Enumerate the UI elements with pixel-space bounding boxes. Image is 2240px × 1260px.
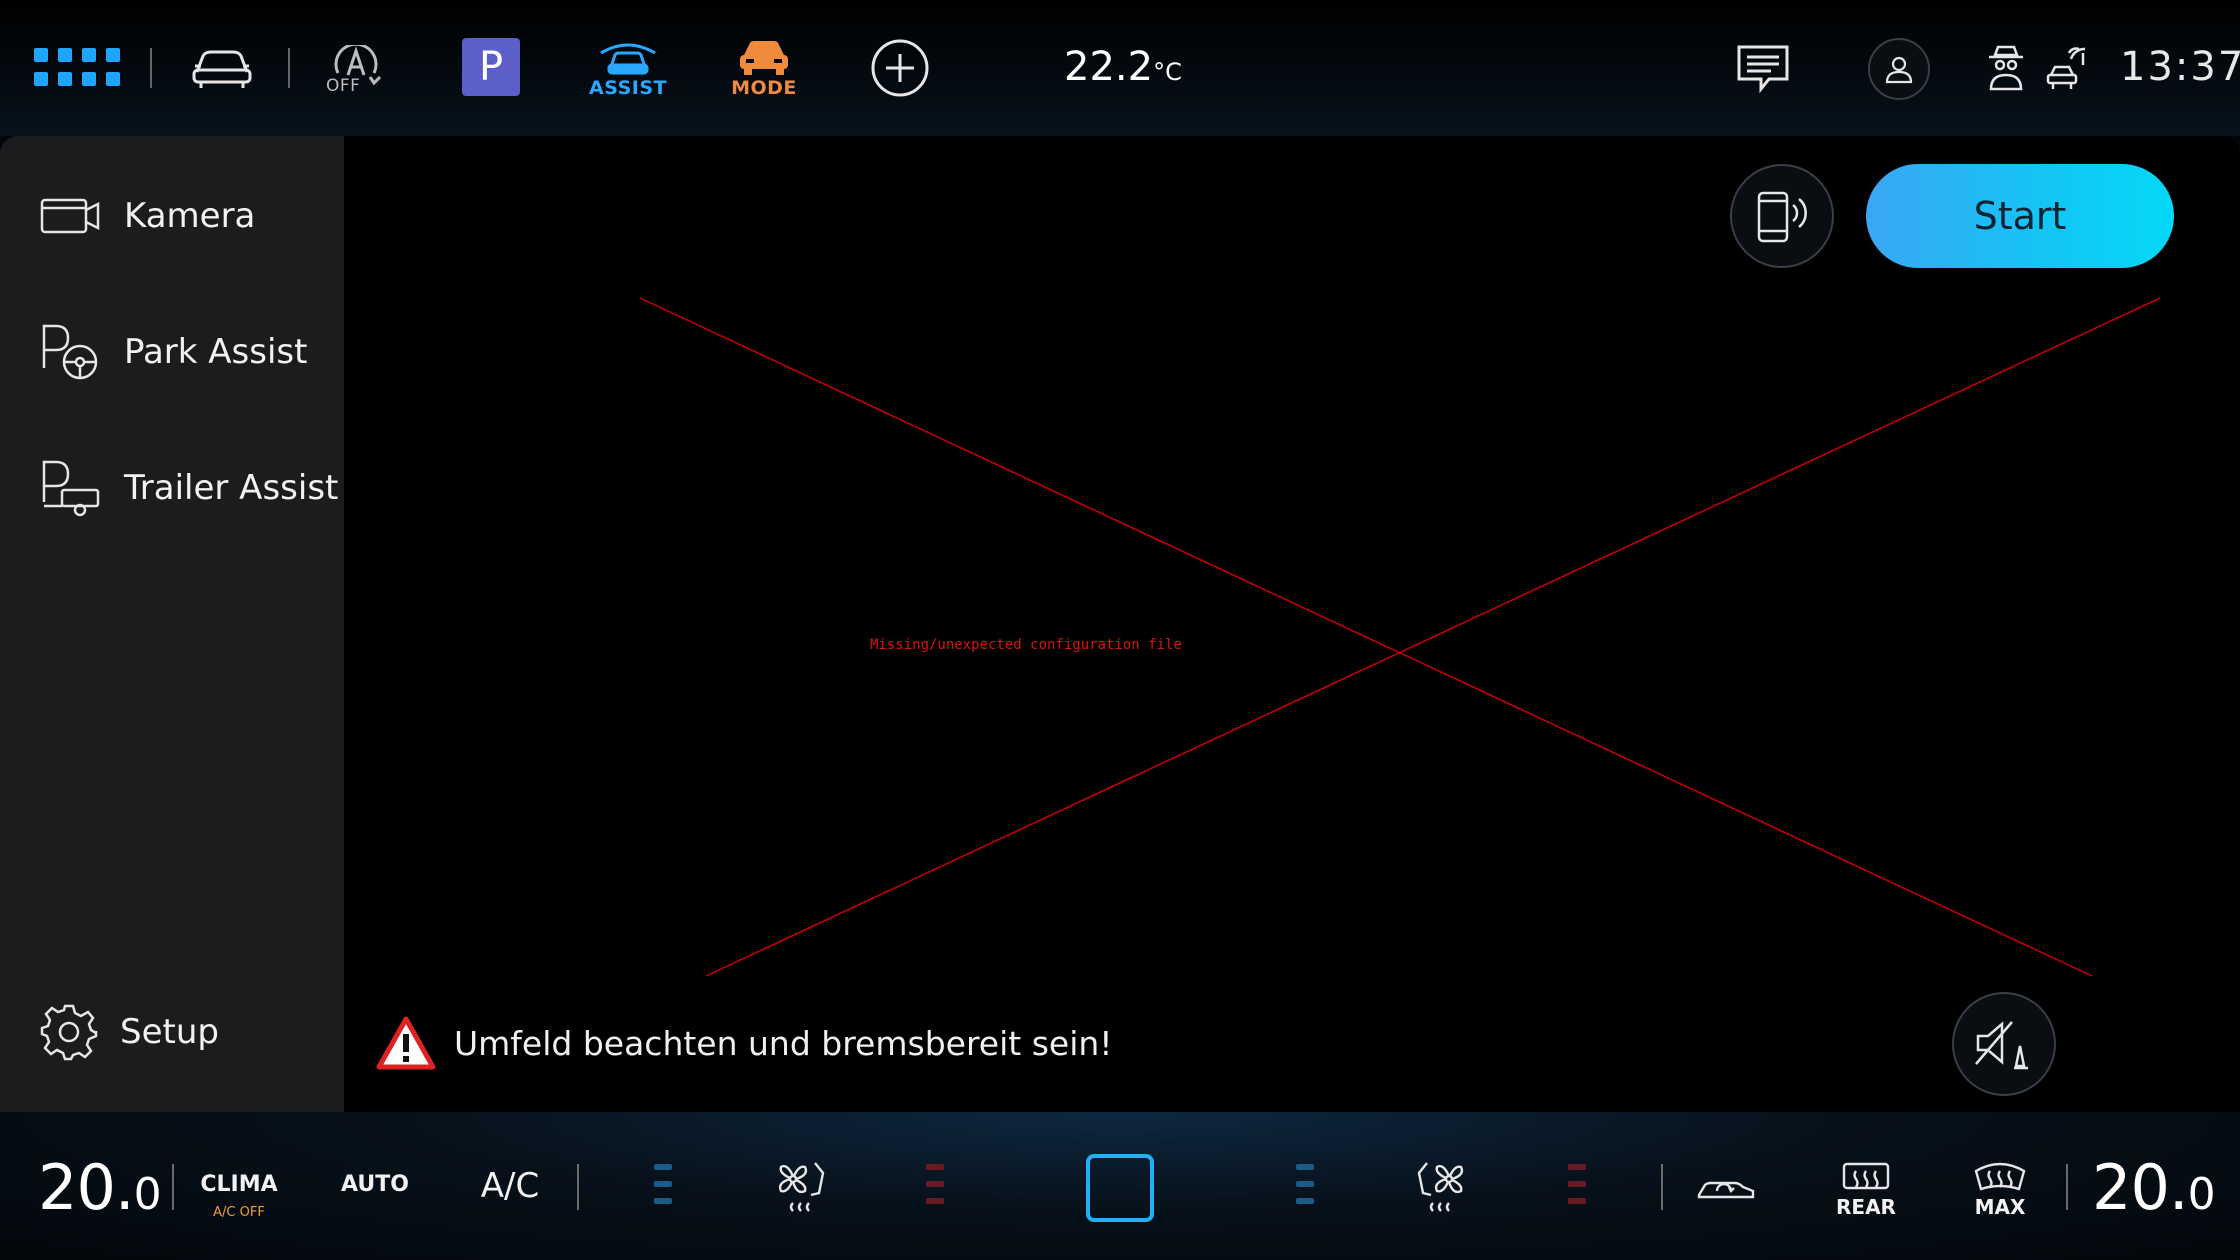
seat-ventilation-icon [778,1162,825,1212]
front-defrost-icon [1974,1162,2026,1191]
driver-seat-heat-level-bars[interactable] [926,1164,944,1204]
driver-seat-vent-button[interactable] [770,1156,834,1220]
rear-defrost-icon [1842,1162,1890,1190]
passenger-seat-vent-button[interactable] [1408,1156,1472,1220]
passenger-seat-heat-level-bars[interactable] [1568,1164,1586,1204]
passenger-temperature-value: 20. [2092,1150,2189,1224]
auto-label: AUTO [341,1172,409,1197]
divider [172,1164,174,1210]
divider [2066,1164,2068,1210]
ac-off-status: A/C OFF [213,1205,265,1220]
recirculation-car-icon [1697,1181,1755,1199]
phone-remote-button[interactable] [1730,164,1834,268]
max-defrost-button[interactable]: MAX [1968,1158,2032,1222]
driver-temperature-decimal: 0 [133,1168,162,1220]
auto-button[interactable]: AUTO [338,1172,412,1197]
sensor-mute-button[interactable] [1952,992,2056,1096]
warning-text: Umfeld beachten und bremsbereit sein! [454,1023,1113,1063]
warning-icon [376,1016,436,1070]
home-button[interactable] [1086,1154,1154,1222]
ac-label: A/C [480,1166,540,1206]
divider [577,1164,579,1210]
start-button[interactable]: Start [1866,164,2174,268]
screen: OFF P ASSIST MODE 22.2°C 13:37 Kamera Pa… [0,0,2240,1260]
error-message: Missing/unexpected configuration file [870,637,1182,653]
air-recirculation-button[interactable] [1694,1168,1758,1208]
passenger-temperature[interactable]: 20.0 [2092,1150,2216,1224]
warning-banner: Umfeld beachten und bremsbereit sein! [376,1016,1113,1070]
passenger-fan-level-bars[interactable] [1296,1164,1314,1204]
max-label: MAX [1974,1195,2026,1219]
clima-label: CLIMA [200,1172,278,1197]
mute-sensor-icon [1975,1021,2028,1070]
passenger-temperature-decimal: 0 [2187,1168,2216,1220]
clima-button[interactable]: CLIMA A/C OFF [196,1172,282,1220]
rear-label: REAR [1836,1195,1896,1219]
rear-defrost-button[interactable]: REAR [1834,1158,1898,1222]
seat-ventilation-icon [1417,1162,1464,1212]
phone-signal-icon [1757,191,1807,243]
driver-fan-level-bars[interactable] [654,1164,672,1204]
ac-button[interactable]: A/C [472,1166,548,1206]
driver-temperature[interactable]: 20.0 [38,1150,162,1224]
driver-temperature-value: 20. [38,1150,135,1224]
divider [1661,1164,1663,1210]
